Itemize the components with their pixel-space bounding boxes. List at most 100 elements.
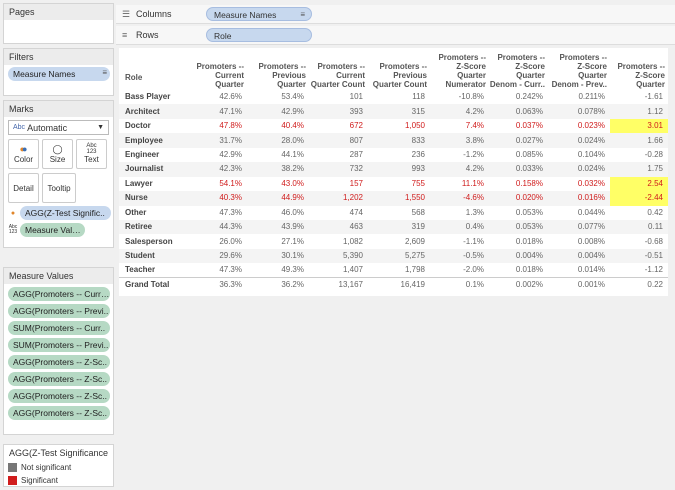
table-cell[interactable]: 0.033% bbox=[489, 162, 548, 177]
row-label[interactable]: Student bbox=[119, 248, 185, 264]
table-cell[interactable]: 463 bbox=[309, 219, 368, 235]
row-label[interactable]: Retiree bbox=[119, 219, 185, 235]
row-label[interactable]: Salesperson bbox=[119, 234, 185, 248]
table-cell[interactable]: 1,050 bbox=[368, 119, 430, 133]
table-cell[interactable]: 36.2% bbox=[247, 277, 309, 293]
table-cell[interactable]: 0.020% bbox=[489, 191, 548, 206]
table-cell[interactable]: 157 bbox=[309, 177, 368, 191]
size-button[interactable]: ◯ Size bbox=[42, 139, 73, 169]
table-cell[interactable]: 1.3% bbox=[430, 206, 489, 220]
table-cell[interactable]: 0.085% bbox=[489, 148, 548, 162]
table-cell[interactable]: 672 bbox=[309, 119, 368, 133]
column-header[interactable]: Promoters -- Previous Quarter bbox=[247, 48, 309, 90]
row-label[interactable]: Lawyer bbox=[119, 177, 185, 191]
table-cell[interactable]: 287 bbox=[309, 148, 368, 162]
table-cell[interactable]: 0.078% bbox=[548, 104, 610, 119]
table-cell[interactable]: 0.42 bbox=[610, 206, 668, 220]
table-cell[interactable]: 236 bbox=[368, 148, 430, 162]
table-cell[interactable]: 101 bbox=[309, 90, 368, 104]
measure-value-pill[interactable]: SUM(Promoters -- Curr.. bbox=[8, 321, 110, 335]
columns-pill-measure-names[interactable]: Measure Names ≡ bbox=[206, 7, 312, 21]
table-cell[interactable]: 42.3% bbox=[185, 162, 247, 177]
table-cell[interactable]: 0.242% bbox=[489, 90, 548, 104]
table-cell[interactable]: 319 bbox=[368, 219, 430, 235]
table-cell[interactable]: -1.2% bbox=[430, 148, 489, 162]
table-cell[interactable]: 43.0% bbox=[247, 177, 309, 191]
table-cell[interactable]: 49.3% bbox=[247, 263, 309, 278]
table-cell[interactable]: 2.54 bbox=[610, 176, 668, 192]
row-label[interactable]: Teacher bbox=[119, 263, 185, 278]
filter-pill-label[interactable]: Measure Names bbox=[8, 67, 110, 81]
table-cell[interactable]: 42.9% bbox=[185, 148, 247, 162]
table-cell[interactable]: 29.6% bbox=[185, 248, 247, 264]
measure-value-pill[interactable]: SUM(Promoters -- Previ.. bbox=[8, 338, 110, 352]
marks-field-zscore[interactable]: AGG(Z-Test Signific.. bbox=[20, 206, 111, 220]
table-cell[interactable]: 4.2% bbox=[430, 104, 489, 119]
table-cell[interactable]: 0.053% bbox=[489, 206, 548, 220]
table-cell[interactable]: 1,550 bbox=[368, 191, 430, 206]
table-cell[interactable]: 16,419 bbox=[368, 277, 430, 293]
table-cell[interactable]: 0.024% bbox=[548, 133, 610, 148]
table-cell[interactable]: 47.1% bbox=[185, 104, 247, 119]
row-label[interactable]: Grand Total bbox=[119, 277, 185, 293]
measure-value-pill[interactable]: AGG(Promoters -- Z-Sc.. bbox=[8, 372, 110, 386]
table-cell[interactable]: 5,390 bbox=[309, 248, 368, 264]
table-cell[interactable]: 0.004% bbox=[489, 248, 548, 264]
table-cell[interactable]: 0.211% bbox=[548, 90, 610, 104]
table-cell[interactable]: 43.9% bbox=[247, 219, 309, 235]
table-cell[interactable]: 26.0% bbox=[185, 234, 247, 248]
column-header[interactable]: Promoters -- Z-Score Quarter Numerator bbox=[430, 48, 489, 90]
measure-value-pill[interactable]: AGG(Promoters -- Curre.. bbox=[8, 287, 110, 301]
table-cell[interactable]: 0.077% bbox=[548, 219, 610, 235]
table-cell[interactable]: 0.023% bbox=[548, 119, 610, 133]
table-cell[interactable]: 3.8% bbox=[430, 133, 489, 148]
row-label[interactable]: Other bbox=[119, 206, 185, 220]
table-cell[interactable]: 46.0% bbox=[247, 206, 309, 220]
table-cell[interactable]: 40.3% bbox=[185, 191, 247, 206]
table-cell[interactable]: 1.12 bbox=[610, 104, 668, 119]
table-cell[interactable]: 44.9% bbox=[247, 191, 309, 206]
table-cell[interactable]: 568 bbox=[368, 206, 430, 220]
table-cell[interactable]: 0.001% bbox=[548, 277, 610, 293]
tooltip-button[interactable]: Tooltip bbox=[42, 173, 76, 203]
table-cell[interactable]: 44.1% bbox=[247, 148, 309, 162]
table-cell[interactable]: 0.053% bbox=[489, 219, 548, 235]
table-cell[interactable]: 118 bbox=[368, 90, 430, 104]
table-cell[interactable]: 0.018% bbox=[489, 234, 548, 248]
marks-field-text[interactable]: Abc 123 Measure Values bbox=[6, 223, 111, 237]
table-cell[interactable]: 315 bbox=[368, 104, 430, 119]
table-cell[interactable]: 7.4% bbox=[430, 119, 489, 133]
table-cell[interactable]: 0.063% bbox=[489, 104, 548, 119]
table-cell[interactable]: 47.3% bbox=[185, 206, 247, 220]
table-cell[interactable]: 1,798 bbox=[368, 263, 430, 278]
table-cell[interactable]: 38.2% bbox=[247, 162, 309, 177]
table-cell[interactable]: 1.66 bbox=[610, 133, 668, 148]
column-header[interactable]: Promoters -- Z-Score Quarter Denom - Prev.. bbox=[548, 48, 610, 90]
table-cell[interactable]: 0.037% bbox=[489, 119, 548, 133]
row-label[interactable]: Doctor bbox=[119, 119, 185, 133]
table-cell[interactable]: 1.75 bbox=[610, 162, 668, 177]
table-cell[interactable]: 0.158% bbox=[489, 177, 548, 191]
columns-shelf[interactable]: ☰ Columns Measure Names ≡ bbox=[116, 5, 675, 24]
table-cell[interactable]: 0.1% bbox=[430, 277, 489, 293]
text-button[interactable]: Abc 123 Text bbox=[76, 139, 107, 169]
table-cell[interactable]: -10.8% bbox=[430, 90, 489, 104]
table-cell[interactable]: 36.3% bbox=[185, 277, 247, 293]
table-cell[interactable]: -1.12 bbox=[610, 263, 668, 278]
table-cell[interactable]: 807 bbox=[309, 133, 368, 148]
measure-value-pill[interactable]: AGG(Promoters -- Z-Sc.. bbox=[8, 389, 110, 403]
marks-field-measure-values[interactable]: Measure Values bbox=[20, 223, 85, 237]
table-cell[interactable]: 0.11 bbox=[610, 219, 668, 235]
table-cell[interactable]: -0.68 bbox=[610, 234, 668, 248]
table-cell[interactable]: 0.002% bbox=[489, 277, 548, 293]
table-cell[interactable]: 0.22 bbox=[610, 277, 668, 293]
rows-shelf[interactable]: ≡ Rows Role bbox=[116, 26, 675, 45]
table-cell[interactable]: 2,609 bbox=[368, 234, 430, 248]
mark-type-dropdown[interactable]: Abc Automatic ▼ bbox=[8, 120, 109, 135]
table-cell[interactable]: 47.8% bbox=[185, 119, 247, 133]
table-cell[interactable]: -2.0% bbox=[430, 263, 489, 278]
table-cell[interactable]: 993 bbox=[368, 162, 430, 177]
table-cell[interactable]: 28.0% bbox=[247, 133, 309, 148]
table-cell[interactable]: 0.024% bbox=[548, 162, 610, 177]
table-cell[interactable]: 732 bbox=[309, 162, 368, 177]
